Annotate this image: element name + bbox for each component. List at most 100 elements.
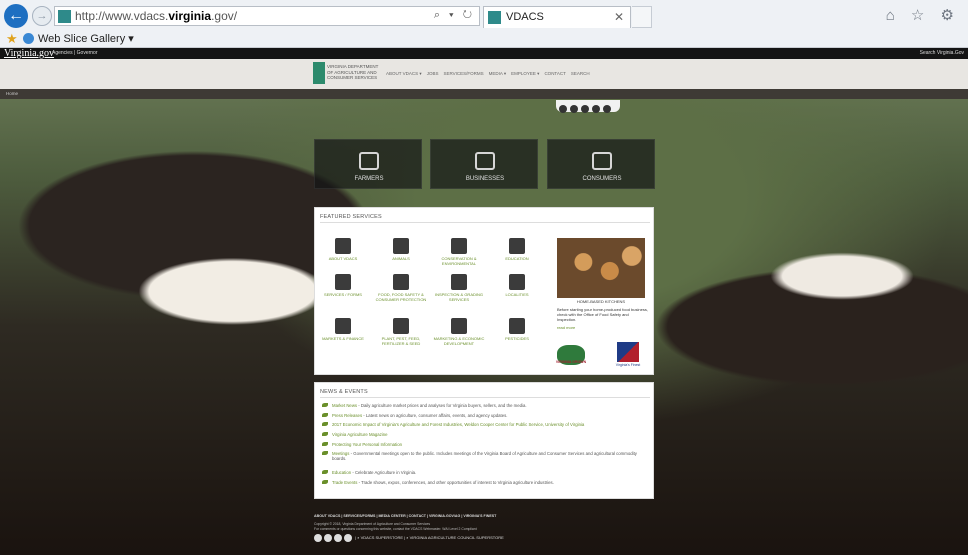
va-search-link[interactable]: Search Virginia.Gov	[920, 50, 964, 56]
news-item: Education - Celebrate Agriculture in Vir…	[320, 470, 650, 480]
nav-employee[interactable]: EMPLOYEE ▾	[511, 71, 539, 76]
twitter-icon[interactable]	[314, 534, 322, 542]
address-bar[interactable]: http://www.vdacs.virginia.gov/ ⌕ ▾ ↻	[54, 6, 480, 26]
site-favicon	[58, 10, 71, 23]
instagram-icon[interactable]	[334, 534, 342, 542]
url-prefix: http://www.vdacs.	[75, 9, 169, 23]
service-marketing[interactable]: MARKETING & ECONOMIC DEVELOPMENT	[431, 318, 487, 346]
shovel-icon	[359, 152, 379, 170]
favorites-star-icon[interactable]: ★	[6, 31, 18, 47]
tile-businesses[interactable]: BUSINESSES	[430, 139, 538, 189]
main-nav: ABOUT VDACS ▾ JOBS SERVICES/FORMS MEDIA ▾ EM…	[386, 71, 595, 77]
footer-icons: | ⌕ VDACS SUPERSTORE | ⌕ VIRGINIA AGRICU…	[314, 534, 504, 542]
news-item: 2017 Economic Impact of Virginia's Agric…	[320, 422, 650, 432]
tab-favicon	[488, 11, 501, 24]
news-item: Trade Events - Trade shows, expos, confe…	[320, 480, 650, 490]
service-plant-pest[interactable]: PLANT, PEST, FEED, FERTILIZER & SEED	[373, 318, 429, 346]
nav-search[interactable]: SEARCH	[571, 71, 590, 76]
twitter-icon[interactable]	[559, 105, 567, 113]
news-link[interactable]: Press Releases	[332, 413, 362, 418]
service-inspection[interactable]: INSPECTION & GRADING SERVICES	[431, 274, 487, 302]
facebook-icon[interactable]	[570, 105, 578, 113]
va-links[interactable]: Agencies | Governor	[52, 50, 98, 56]
nav-media[interactable]: MEDIA ▾	[489, 71, 507, 76]
nav-jobs[interactable]: JOBS	[427, 71, 439, 76]
webmaster-line[interactable]: For comments or questions concerning thi…	[314, 527, 654, 532]
news-text: - Daily agriculture market prices and an…	[357, 403, 527, 408]
promo-read-more-link[interactable]: read more	[557, 325, 575, 330]
service-conservation[interactable]: CONSERVATION & ENVIRONMENTAL	[431, 238, 487, 266]
sprayer-icon	[509, 318, 525, 334]
forward-button[interactable]: →	[32, 6, 52, 26]
flickr-icon[interactable]	[592, 105, 600, 113]
virginias-finest-text: Virginia's Finest	[615, 363, 641, 367]
news-item: Press Releases - Latest news on agricult…	[320, 412, 650, 423]
instagram-icon[interactable]	[581, 105, 589, 113]
vdacs-logo-icon[interactable]	[313, 62, 325, 84]
leaf-icon	[322, 441, 328, 446]
tab-close-icon[interactable]: ✕	[614, 10, 624, 24]
leaf-icon	[322, 480, 328, 485]
news-events-panel: NEWS & EVENTS Market News - Daily agricu…	[314, 382, 654, 499]
service-food-safety[interactable]: FOOD, FOOD SAFETY & CONSUMER PROTECTION	[373, 274, 429, 302]
web-slice-gallery-link[interactable]: Web Slice Gallery ▾	[38, 32, 134, 45]
browser-chrome: ← → http://www.vdacs.virginia.gov/ ⌕ ▾ ↻…	[0, 0, 968, 48]
news-link[interactable]: Trade Events	[332, 480, 357, 485]
news-link[interactable]: Market News	[332, 403, 357, 408]
flickr-icon[interactable]	[344, 534, 352, 542]
about-icon	[335, 238, 351, 254]
virginia-grown-text: VIRGINIA GROWN	[555, 360, 587, 364]
news-text: - Governmental meetings open to the publ…	[332, 451, 637, 462]
superstore-links[interactable]: | ⌕ VDACS SUPERSTORE | ⌕ VIRGINIA AGRICU…	[355, 535, 504, 540]
url-text[interactable]: http://www.vdacs.virginia.gov/	[75, 9, 237, 23]
footer-copyright: Copyright © 2018, Virginia Department of…	[314, 522, 654, 531]
virginia-gov-logo[interactable]: Virginia.gov	[4, 48, 54, 59]
youtube-icon[interactable]	[603, 105, 611, 113]
map-pin-icon	[509, 274, 525, 290]
divider	[320, 222, 650, 223]
service-label: CONSERVATION & ENVIRONMENTAL	[441, 256, 477, 266]
nav-about[interactable]: ABOUT VDACS ▾	[386, 71, 422, 76]
featured-heading: FEATURED SERVICES	[320, 214, 382, 220]
service-localities[interactable]: LOCALITIES	[489, 274, 545, 297]
service-label: INSPECTION & GRADING SERVICES	[434, 292, 483, 302]
news-text: - Trade shows, expos, conferences, and o…	[357, 480, 554, 486]
home-favorites-settings-icons[interactable]: ⌂ ☆ ⚙	[886, 6, 960, 24]
divider	[320, 397, 650, 398]
service-forms[interactable]: SERVICES / FORMS	[315, 274, 371, 297]
new-tab-button[interactable]	[632, 6, 652, 28]
conservation-icon	[451, 238, 467, 254]
org-name[interactable]: VIRGINIA DEPARTMENT OF AGRICULTURE AND C…	[327, 64, 383, 81]
service-pesticides[interactable]: PESTICIDES	[489, 318, 545, 341]
browser-tab[interactable]: VDACS ✕	[483, 6, 631, 28]
promo-image[interactable]	[557, 238, 645, 298]
virginias-finest-logo[interactable]	[617, 342, 639, 362]
basket-icon	[475, 152, 495, 170]
service-label: PESTICIDES	[505, 336, 529, 341]
tile-farmers[interactable]: FARMERS	[314, 139, 422, 189]
address-tools[interactable]: ⌕ ▾ ↻	[434, 9, 475, 22]
browser-toolbar: ← → http://www.vdacs.virginia.gov/ ⌕ ▾ ↻…	[0, 0, 968, 30]
back-button[interactable]: ←	[4, 4, 28, 28]
facebook-icon[interactable]	[324, 534, 332, 542]
featured-services-panel: FEATURED SERVICES ABOUT VDACS ANIMALS CO…	[314, 207, 654, 375]
tile-consumers[interactable]: CONSUMERS	[547, 139, 655, 189]
service-label: ANIMALS	[392, 256, 410, 261]
nav-services-forms[interactable]: SERVICES/FORMS	[443, 71, 483, 76]
news-link[interactable]: Education	[332, 470, 351, 475]
news-link[interactable]: 2017 Economic Impact of Virginia's Agric…	[332, 422, 584, 427]
breadcrumb[interactable]: Home	[6, 91, 18, 96]
nav-contact[interactable]: CONTACT	[544, 71, 565, 76]
audience-tiles: FARMERS BUSINESSES CONSUMERS	[314, 139, 655, 189]
service-about[interactable]: ABOUT VDACS	[315, 238, 371, 261]
service-label: ABOUT VDACS	[328, 256, 358, 261]
news-link[interactable]: Virginia Agriculture Magazine	[332, 432, 388, 437]
service-animals[interactable]: ANIMALS	[373, 238, 429, 261]
news-list: Market News - Daily agriculture market p…	[320, 403, 650, 490]
news-link[interactable]: Protecting Your Personal Information	[332, 442, 402, 447]
footer-links[interactable]: ABOUT VDACS | SERVICES/FORMS | MEDIA CEN…	[314, 514, 654, 518]
service-markets-finance[interactable]: MARKETS & FINANCE	[315, 318, 371, 341]
service-education[interactable]: EDUCATION	[489, 238, 545, 261]
leaf-icon	[322, 412, 328, 417]
magnifier-icon	[393, 318, 409, 334]
